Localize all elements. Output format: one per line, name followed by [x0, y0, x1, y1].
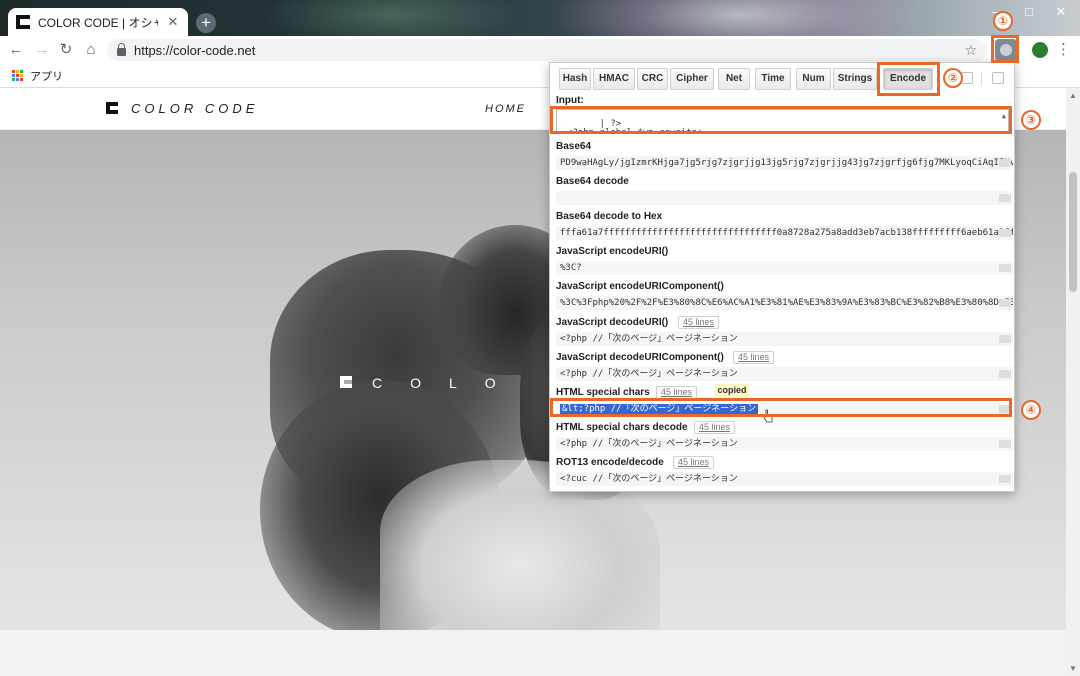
site-logo-text[interactable]: COLOR CODE [131, 101, 258, 116]
row-encodeuri-text[interactable]: %3C? [560, 263, 582, 273]
row-decodeuri-label: JavaScript decodeURI() [556, 317, 669, 328]
browser-tab[interactable]: COLOR CODE | オシャレなものが大 ✕ [8, 8, 188, 36]
resize-grip-icon[interactable] [999, 299, 1011, 307]
input-label: Input: [556, 95, 584, 106]
forward-icon[interactable]: → [32, 40, 52, 60]
row-base64-hex-value[interactable]: fffa61a7ffffffffffffffffffffffffffffffff… [556, 226, 1013, 240]
page-scrollbar[interactable]: ▲ ▼ [1066, 88, 1080, 676]
row-decodeuricomponent-value[interactable]: <?php //「次のページ」ページネーション [556, 367, 1013, 381]
popout-icon[interactable] [992, 72, 1004, 84]
row-encodeuricomponent-value[interactable]: %3C%3Fphp%20%2F%2F%E3%80%8C%E6%AC%A1%E3%… [556, 296, 1013, 310]
callout-number-1: ① [993, 11, 1013, 31]
site-logo-icon[interactable] [106, 102, 118, 114]
lock-icon [117, 42, 126, 56]
close-tab-icon[interactable]: ✕ [166, 14, 180, 30]
row-encodeuri-value[interactable]: %3C? [556, 261, 1013, 275]
resize-grip-icon[interactable] [999, 264, 1011, 272]
tab-crc[interactable]: CRC [637, 68, 668, 90]
home-icon[interactable]: ⌂ [81, 40, 101, 60]
hero-title: COLO [372, 375, 524, 391]
resize-grip-icon[interactable] [999, 335, 1011, 343]
bookmark-apps[interactable]: アプリ [30, 68, 63, 84]
row-htmlspecialcharsdecode-label: HTML special chars decode [556, 422, 688, 433]
decodeuricomponent-lines-link[interactable]: 45 lines [733, 351, 775, 364]
row-decodeuricomponent-label: JavaScript decodeURIComponent() [556, 352, 724, 363]
row-decodeuri-value[interactable]: <?php //「次のページ」ページネーション [556, 332, 1013, 346]
new-tab-button[interactable]: + [196, 13, 216, 33]
tab-title: COLOR CODE | オシャレなものが大 [38, 15, 158, 30]
callout-number-2: ② [943, 68, 963, 88]
rot13-lines-link[interactable]: 45 lines [673, 456, 715, 469]
row-base64-value[interactable]: PD9waHAgLy/jgIzmrKHjga7jg5rjg7zjgrjjg13j… [556, 156, 1013, 170]
callout-box-html-special-chars [550, 398, 1012, 417]
row-decodeuricomponent-text[interactable]: <?php //「次のページ」ページネーション [560, 369, 738, 379]
wallpaper-glow [560, 0, 920, 36]
nav-home-link[interactable]: HOME [485, 103, 526, 115]
toolbar-divider [981, 72, 982, 86]
callout-box-encode-tab [877, 62, 940, 96]
row-base64-hex-label: Base64 decode to Hex [556, 211, 663, 222]
callout-number-3: ③ [1021, 110, 1041, 130]
row-base64-label: Base64 [556, 141, 592, 152]
scrollbar-thumb[interactable] [1069, 172, 1077, 292]
favicon-icon [16, 15, 30, 29]
apps-icon[interactable] [12, 69, 24, 82]
resize-grip-icon[interactable] [999, 370, 1011, 378]
url-text[interactable]: https://color-code.net [134, 43, 956, 58]
copied-tooltip: copied [715, 384, 749, 397]
resize-grip-icon[interactable] [999, 159, 1011, 167]
row-encodeuricomponent-text[interactable]: %3C%3Fphp%20%2F%2F%E3%80%8C%E6%AC%A1%E3%… [560, 298, 1013, 308]
scroll-down-icon[interactable]: ▼ [1069, 664, 1077, 673]
tab-hash[interactable]: Hash [559, 68, 591, 90]
address-bar[interactable]: https://color-code.net ☆ [107, 39, 987, 61]
reload-icon[interactable]: ↻ [56, 40, 76, 60]
callout-number-4: ④ [1021, 400, 1041, 420]
tab-net[interactable]: Net [718, 68, 750, 90]
row-base64-decode-label: Base64 decode [556, 176, 629, 187]
row-rot13-text[interactable]: <?cuc //「次のページ」ページネーション [560, 474, 738, 484]
hero-logo-icon [340, 376, 352, 388]
row-base64-decode-value[interactable] [556, 191, 1013, 205]
resize-grip-icon[interactable] [999, 229, 1011, 237]
callout-box-extension [991, 35, 1019, 63]
tab-hmac[interactable]: HMAC [593, 68, 635, 90]
row-rot13-value[interactable]: <?cuc //「次のページ」ページネーション [556, 472, 1013, 486]
htmlspecialcharsdecode-lines-link[interactable]: 45 lines [694, 421, 736, 434]
window-close-icon[interactable]: ✕ [1046, 4, 1076, 20]
wallpaper-glow-2 [260, 0, 520, 36]
callout-box-input [550, 106, 1012, 134]
tab-strings[interactable]: Strings [833, 68, 877, 90]
menu-icon[interactable]: ⋮ [1056, 40, 1071, 58]
row-base64-hex-text[interactable]: fffa61a7ffffffffffffffffffffffffffffffff… [560, 228, 1013, 238]
row-decodeuri-text[interactable]: <?php //「次のページ」ページネーション [560, 334, 738, 344]
tab-cipher[interactable]: Cipher [670, 68, 714, 90]
page-footer-area [0, 630, 1066, 676]
maximize-icon[interactable]: □ [1014, 4, 1044, 19]
profile-icon[interactable] [1032, 42, 1048, 58]
row-htmlspecialcharsdecode-value[interactable]: <?php //「次のページ」ページネーション [556, 437, 1013, 451]
resize-grip-icon[interactable] [999, 194, 1011, 202]
resize-grip-icon[interactable] [999, 475, 1011, 483]
tab-num[interactable]: Num [796, 68, 831, 90]
row-htmlspecialchars-label: HTML special chars [556, 387, 650, 398]
decodeuri-lines-link[interactable]: 45 lines [678, 316, 720, 329]
scroll-up-icon[interactable]: ▲ [1069, 91, 1077, 100]
back-icon[interactable]: ← [6, 40, 26, 60]
tab-time[interactable]: Time [755, 68, 791, 90]
row-encodeuri-label: JavaScript encodeURI() [556, 246, 669, 257]
title-bar: COLOR CODE | オシャレなものが大 ✕ + — □ ✕ [0, 0, 1080, 36]
browser-toolbar: ← → ↻ ⌂ https://color-code.net ☆ [0, 36, 1080, 64]
star-icon[interactable]: ☆ [964, 42, 977, 59]
row-rot13-label: ROT13 encode/decode [556, 457, 664, 468]
row-encodeuricomponent-label: JavaScript encodeURIComponent() [556, 281, 724, 292]
row-htmlspecialcharsdecode-text[interactable]: <?php //「次のページ」ページネーション [560, 439, 738, 449]
resize-grip-icon[interactable] [999, 440, 1011, 448]
row-base64-text[interactable]: PD9waHAgLy/jgIzmrKHjga7jg5rjg7zjgrjjg13j… [560, 158, 1013, 168]
